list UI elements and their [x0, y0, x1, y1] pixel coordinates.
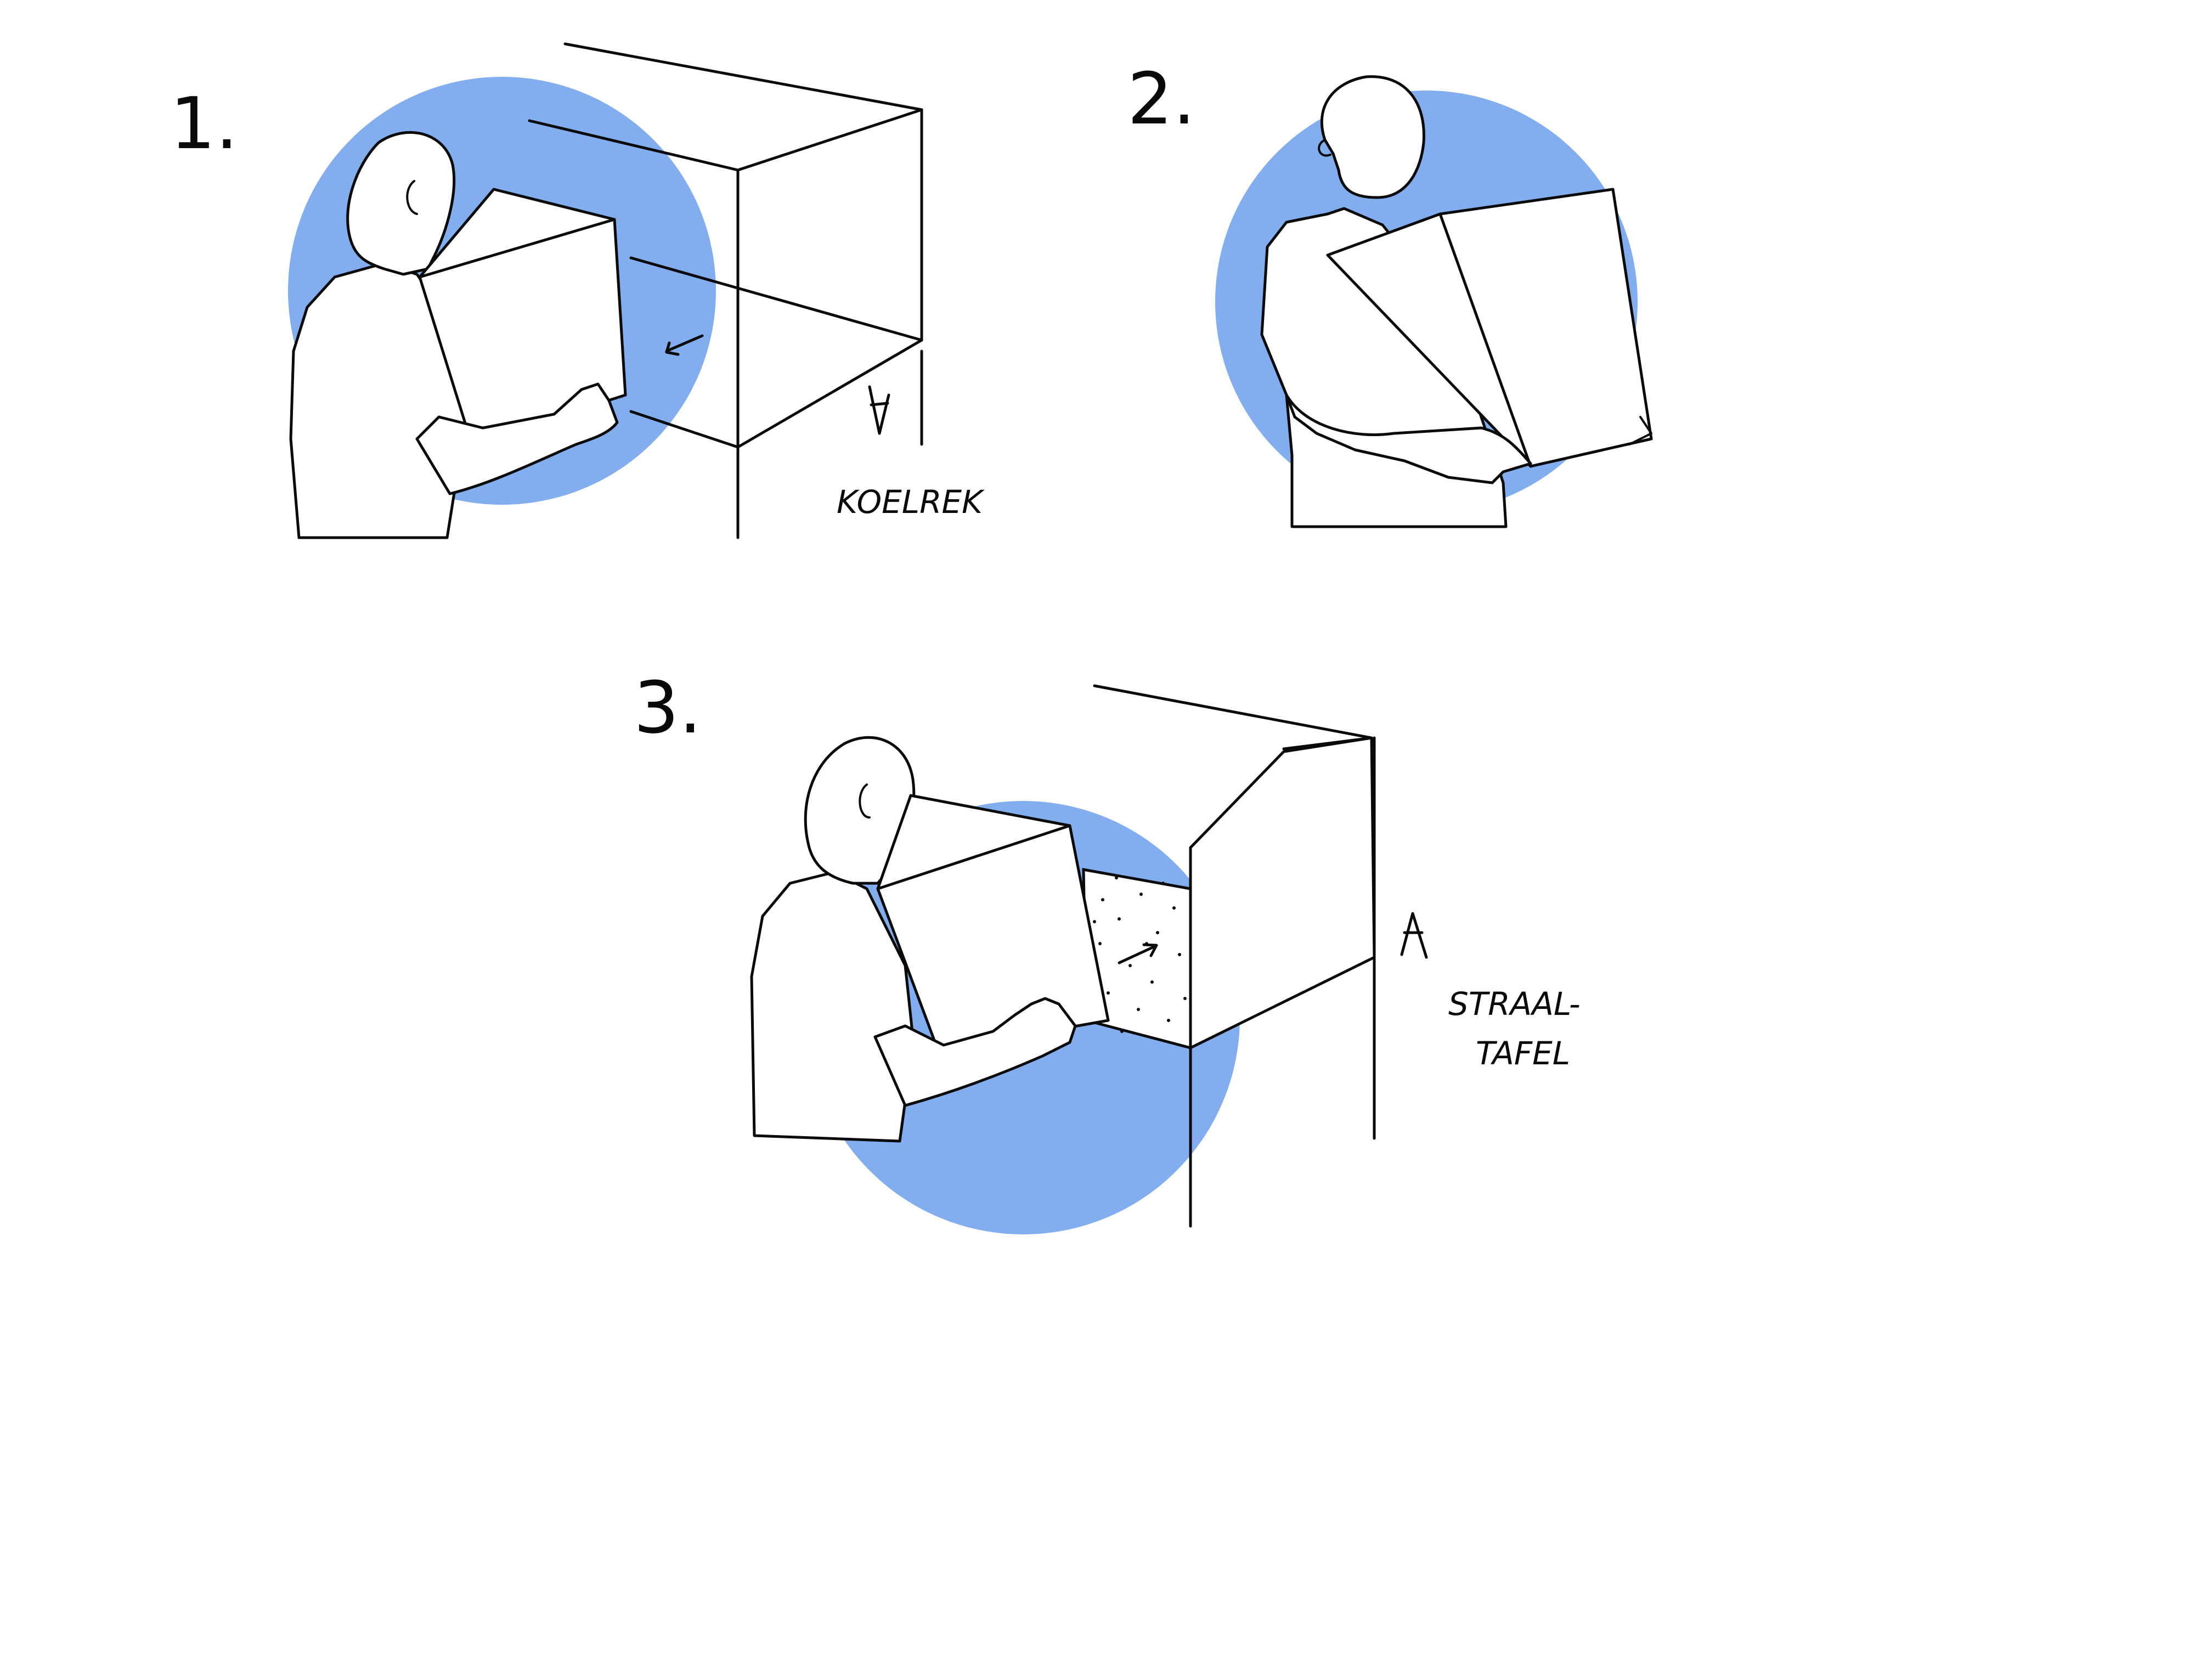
step-1-number: 1. [170, 82, 238, 165]
step-3-label-line1: STRAAL- [1448, 985, 1581, 1023]
step-3-label-line2: TAFEL [1476, 1035, 1570, 1072]
step-1-label: KOELREK [837, 483, 985, 521]
instruction-illustration: 1. KOELREK 2. 3. STRAAL- TAFEL [170, 42, 1653, 1234]
step-3-number: 3. [634, 666, 702, 749]
step-3-panel: 3. STRAAL- TAFEL [634, 666, 1581, 1234]
step-2-panel: 2. [1127, 57, 1653, 528]
step-3-person [750, 736, 916, 1143]
step-2-number: 2. [1127, 57, 1195, 140]
step-1-panel: 1. KOELREK [170, 42, 985, 539]
